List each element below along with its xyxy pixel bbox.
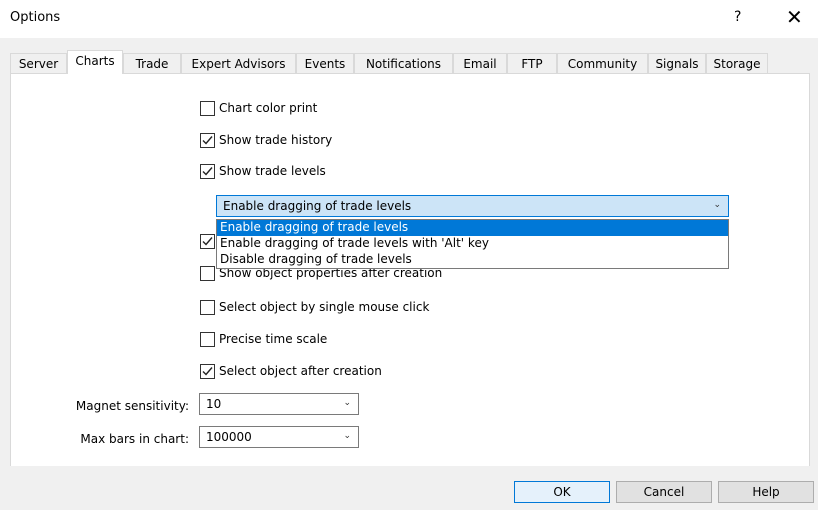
tab-events[interactable]: Events: [296, 53, 354, 73]
show-trade-levels-checkbox[interactable]: [200, 163, 215, 179]
precise-time-scale-option[interactable]: Precise time scale: [200, 330, 327, 348]
magnet-sensitivity-value: 10: [206, 397, 222, 411]
tab-expert-advisors[interactable]: Expert Advisors: [181, 53, 296, 73]
precise-time-scale-checkbox[interactable]: [200, 331, 215, 347]
max-bars-select[interactable]: 100000 ⌄: [199, 426, 359, 448]
cancel-button[interactable]: Cancel: [616, 481, 712, 503]
chevron-down-icon[interactable]: ⌄: [713, 200, 721, 210]
tab-charts[interactable]: Charts: [67, 50, 123, 74]
checkmark-icon: [202, 135, 213, 145]
select-by-single-click-checkbox[interactable]: [200, 299, 215, 315]
dropdown-option-enable[interactable]: Enable dragging of trade levels: [217, 220, 728, 236]
help-button[interactable]: Help: [718, 481, 814, 503]
select-by-single-click-option[interactable]: Select object by single mouse click: [200, 298, 429, 316]
tab-trade[interactable]: Trade: [123, 53, 181, 73]
tab-ftp[interactable]: FTP: [507, 53, 557, 73]
select-after-creation-option[interactable]: Select object after creation: [200, 362, 382, 380]
max-bars-label: Max bars in chart:: [80, 432, 189, 446]
title-bar: Options ? ✕: [0, 0, 818, 38]
tab-email[interactable]: Email: [453, 53, 507, 73]
tab-signals[interactable]: Signals: [648, 53, 706, 73]
show-object-properties-checkbox[interactable]: [200, 265, 215, 281]
window-title: Options: [10, 10, 61, 25]
trade-levels-dropdown-list: Enable dragging of trade levels Enable d…: [216, 219, 729, 269]
max-bars-value: 100000: [206, 430, 252, 444]
tab-notifications[interactable]: Notifications: [354, 53, 453, 73]
magnet-sensitivity-select[interactable]: 10 ⌄: [199, 393, 359, 415]
precise-time-scale-label: Precise time scale: [219, 332, 328, 346]
show-trade-levels-option[interactable]: Show trade levels: [200, 162, 326, 180]
checkmark-icon: [202, 236, 213, 246]
show-trade-history-label: Show trade history: [219, 133, 333, 147]
help-title-button[interactable]: ?: [734, 9, 741, 25]
chart-color-print-option[interactable]: Chart color print: [200, 99, 317, 117]
tab-community[interactable]: Community: [557, 53, 648, 73]
trade-levels-dragging-value: Enable dragging of trade levels: [223, 199, 412, 213]
close-button[interactable]: ✕: [786, 5, 803, 29]
checkmark-icon: [202, 366, 213, 376]
dropdown-option-enable-alt[interactable]: Enable dragging of trade levels with 'Al…: [217, 236, 728, 252]
show-trade-history-checkbox[interactable]: [200, 132, 215, 148]
select-after-creation-checkbox[interactable]: [200, 363, 215, 379]
chevron-down-icon[interactable]: ⌄: [343, 398, 351, 408]
hidden-option-checkbox[interactable]: [200, 233, 215, 249]
show-trade-levels-label: Show trade levels: [219, 164, 326, 178]
dropdown-option-disable[interactable]: Disable dragging of trade levels: [217, 252, 728, 268]
checkmark-icon: [202, 166, 213, 176]
select-after-creation-label: Select object after creation: [219, 364, 382, 378]
ok-button[interactable]: OK: [514, 481, 610, 503]
tab-server[interactable]: Server: [10, 53, 67, 73]
show-trade-history-option[interactable]: Show trade history: [200, 131, 332, 149]
tab-storage[interactable]: Storage: [706, 53, 768, 73]
select-by-single-click-label: Select object by single mouse click: [219, 300, 430, 314]
tab-strip: Server Charts Trade Expert Advisors Even…: [10, 50, 810, 74]
chart-color-print-label: Chart color print: [219, 101, 318, 115]
magnet-sensitivity-label: Magnet sensitivity:: [75, 399, 189, 413]
chevron-down-icon[interactable]: ⌄: [343, 431, 351, 441]
chart-color-print-checkbox[interactable]: [200, 100, 215, 116]
trade-levels-dragging-select[interactable]: Enable dragging of trade levels ⌄: [216, 195, 729, 217]
